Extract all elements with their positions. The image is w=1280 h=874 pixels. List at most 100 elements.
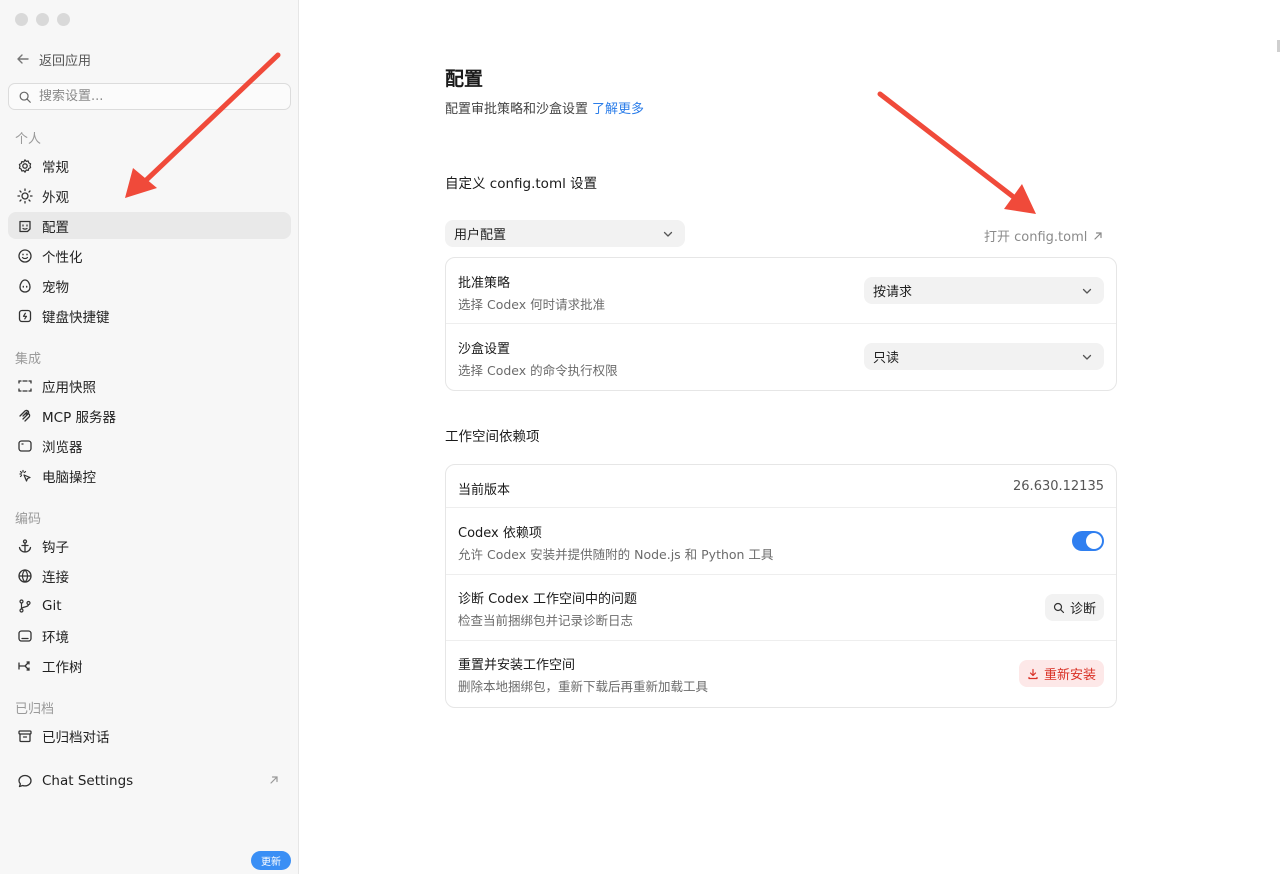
sidebar-item-chat-settings[interactable]: Chat Settings — [8, 767, 291, 794]
worktree-icon — [18, 660, 30, 671]
custom-config-section-title: 自定义 config.toml 设置 — [445, 176, 598, 192]
sidebar-item-label: 键盘快捷键 — [42, 309, 110, 326]
sidebar-item-appearance[interactable]: 外观 — [8, 182, 291, 209]
sidebar-item-git[interactable]: Git — [8, 592, 291, 619]
page-title: 配置 — [445, 68, 484, 90]
globe-icon — [18, 568, 32, 583]
minimize-window-button[interactable] — [36, 13, 49, 26]
back-label: 返回应用 — [39, 53, 92, 69]
subtitle-text: 配置审批策略和沙盒设置 — [445, 102, 589, 117]
browser-window-icon — [18, 439, 32, 452]
sidebar-item-general[interactable]: 常规 — [8, 152, 291, 179]
page-subtitle: 配置审批策略和沙盒设置 了解更多 — [445, 98, 644, 117]
sidebar-item-label: 配置 — [42, 219, 69, 236]
sidebar-item-label: Git — [42, 597, 62, 614]
archive-box-icon — [18, 729, 32, 742]
git-branch-icon — [19, 598, 31, 613]
approval-policy-desc: 选择 Codex 何时请求批准 — [458, 297, 606, 312]
sidebar-item-label: 已归档对话 — [42, 729, 110, 746]
sandbox-value: 只读 — [873, 351, 900, 366]
sandbox-desc: 选择 Codex 的命令执行权限 — [458, 363, 618, 378]
version-title: 当前版本 — [458, 483, 511, 498]
sidebar-item-computer[interactable]: 电脑操控 — [8, 462, 291, 489]
sidebar-item-label: Chat Settings — [42, 772, 134, 789]
diagnose-button[interactable]: 诊断 — [1044, 594, 1104, 621]
diagnose-desc: 检查当前捆绑包并记录诊断日志 — [458, 613, 634, 628]
sidebar-item-snapshot[interactable]: 应用快照 — [8, 372, 291, 399]
sun-icon — [17, 187, 33, 204]
approval-policy-select[interactable]: 按请求 — [864, 277, 1104, 304]
arrow-left-icon — [17, 54, 29, 64]
chevron-down-icon — [1082, 288, 1092, 294]
search-input[interactable] — [39, 89, 269, 104]
reinstall-button-label: 重新安装 — [1043, 668, 1096, 683]
keyboard-bolt-icon — [18, 309, 32, 322]
sidebar-item-environment[interactable]: 环境 — [8, 622, 291, 649]
sidebar-item-label: 外观 — [42, 189, 69, 206]
sidebar-item-label: MCP 服务器 — [42, 409, 117, 426]
sidebar-item-hooks[interactable]: 钩子 — [8, 532, 291, 559]
search-box[interactable] — [8, 83, 291, 110]
sidebar-item-label: 环境 — [42, 629, 69, 646]
profile-select[interactable]: 用户配置 — [445, 220, 685, 247]
download-icon — [1028, 668, 1038, 679]
deps-toggle[interactable] — [1072, 531, 1104, 551]
reinstall-title: 重置并安装工作空间 — [458, 658, 576, 673]
learn-more-link[interactable]: 了解更多 — [592, 102, 644, 117]
workspace-section-title: 工作空间依赖项 — [445, 429, 540, 445]
open-config-label: 打开 config.toml — [984, 230, 1088, 245]
sidebar-item-connections[interactable]: 连接 — [8, 562, 291, 589]
sandbox-row: 沙盒设置 选择 Codex 的命令执行权限 只读 — [446, 324, 1116, 390]
sidebar-item-config[interactable]: 配置 — [8, 212, 291, 239]
open-config-link[interactable]: 打开 config.toml — [984, 226, 1104, 245]
approval-policy-row: 批准策略 选择 Codex 何时请求批准 按请求 — [446, 258, 1116, 324]
version-row: 当前版本 26.630.12135 — [446, 465, 1116, 508]
sidebar-item-mcp[interactable]: MCP 服务器 — [8, 402, 291, 429]
cursor-click-icon — [19, 469, 31, 482]
external-link-icon — [270, 776, 278, 784]
mcp-icon — [19, 409, 31, 422]
sidebar-item-label: 连接 — [42, 569, 69, 586]
snapshot-frame-icon — [18, 379, 32, 392]
gear-icon — [18, 158, 32, 173]
zoom-window-button[interactable] — [57, 13, 70, 26]
back-to-app-link[interactable]: 返回应用 — [15, 49, 91, 69]
sidebar-item-browser[interactable]: 浏览器 — [8, 432, 291, 459]
sandbox-select[interactable]: 只读 — [864, 343, 1104, 370]
group-label-personal: 个人 — [15, 132, 42, 147]
sidebar-item-pet[interactable]: 宠物 — [8, 272, 291, 299]
group-label-integration: 集成 — [15, 352, 42, 367]
deps-title: Codex 依赖项 — [458, 526, 542, 541]
close-window-button[interactable] — [15, 13, 28, 26]
sidebar-item-label: 个性化 — [42, 249, 83, 266]
policy-card: 批准策略 选择 Codex 何时请求批准 按请求 沙盒设置 选择 Codex 的… — [445, 257, 1117, 391]
config-face-icon — [19, 220, 31, 232]
reinstall-button[interactable]: 重新安装 — [1018, 660, 1104, 687]
sidebar-item-label: 浏览器 — [42, 439, 83, 456]
external-link-icon — [1094, 231, 1102, 240]
sidebar-item-label: 宠物 — [42, 279, 69, 296]
smile-icon — [18, 248, 32, 263]
reinstall-desc: 删除本地捆绑包，重新下载后再重新加载工具 — [458, 679, 709, 694]
window-controls — [15, 13, 70, 26]
group-label-archived: 已归档 — [15, 702, 55, 717]
chevron-down-icon — [663, 231, 673, 237]
sidebar-item-label: 电脑操控 — [42, 469, 96, 486]
workspace-card: 当前版本 26.630.12135 Codex 依赖项 允许 Codex 安装并… — [445, 464, 1117, 708]
deps-row: Codex 依赖项 允许 Codex 安装并提供随附的 Node.js 和 Py… — [446, 508, 1116, 575]
sidebar-item-shortcuts[interactable]: 键盘快捷键 — [8, 302, 291, 329]
sidebar: 返回应用 个人 常规 外观 配置 个性化 宠物 键盘快捷键 — [0, 0, 299, 874]
reinstall-row: 重置并安装工作空间 删除本地捆绑包，重新下载后再重新加载工具 重新安装 — [446, 641, 1116, 707]
approval-policy-value: 按请求 — [873, 285, 913, 300]
chevron-down-icon — [1082, 354, 1092, 360]
sidebar-item-archived-chats[interactable]: 已归档对话 — [8, 722, 291, 749]
settings-window: 返回应用 个人 常规 外观 配置 个性化 宠物 键盘快捷键 — [0, 0, 1280, 874]
sidebar-item-personalization[interactable]: 个性化 — [8, 242, 291, 269]
sidebar-item-worktree[interactable]: 工作树 — [8, 652, 291, 679]
update-badge[interactable]: 更新 — [251, 851, 291, 870]
diagnose-title: 诊断 Codex 工作空间中的问题 — [458, 592, 638, 607]
sidebar-item-label: 应用快照 — [42, 379, 96, 396]
deps-desc: 允许 Codex 安装并提供随附的 Node.js 和 Python 工具 — [458, 547, 774, 562]
main-panel: 配置 配置审批策略和沙盒设置 了解更多 自定义 config.toml 设置 用户… — [299, 0, 1280, 874]
sidebar-item-label: 常规 — [42, 159, 69, 176]
